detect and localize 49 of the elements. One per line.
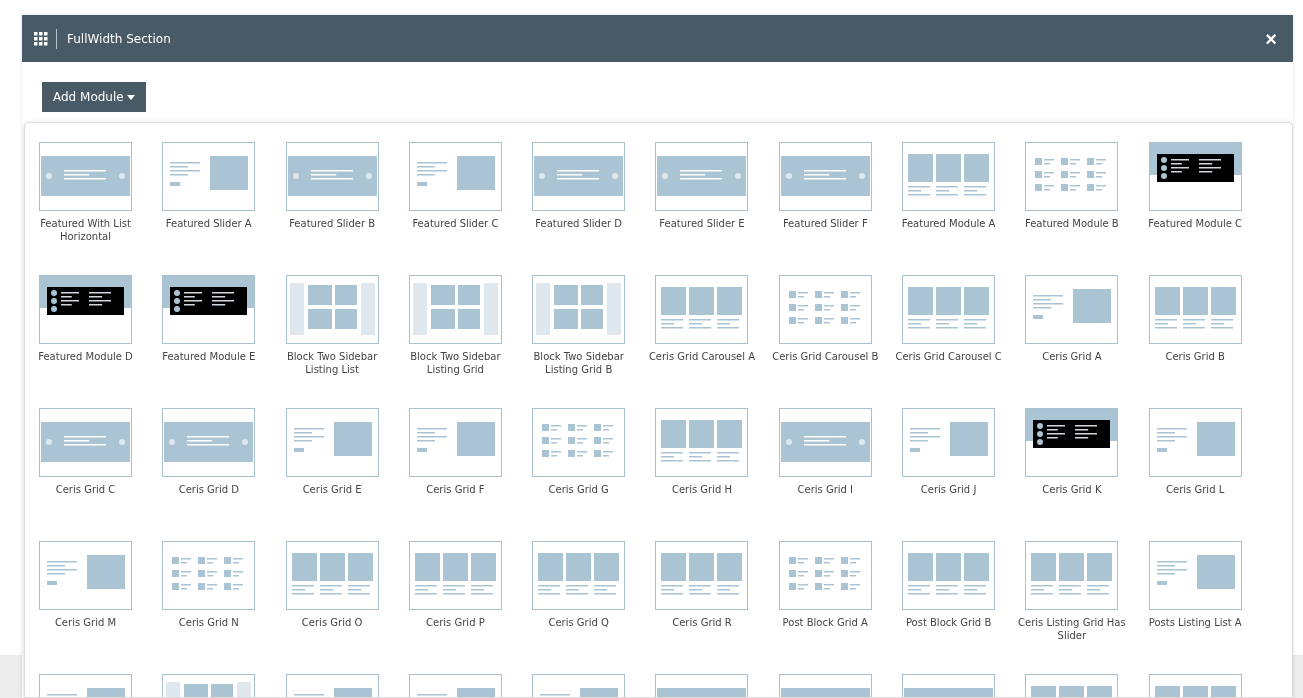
- module-label: Featured Slider E: [658, 217, 746, 230]
- module-label: Featured Module B: [1024, 217, 1120, 230]
- module-label: Ceris Grid D: [177, 483, 240, 496]
- module-label: Post Block Grid B: [904, 616, 993, 629]
- module-label: Ceris Grid G: [547, 483, 610, 496]
- module-label: Ceris Grid K: [1041, 483, 1103, 496]
- module-label: Featured Slider A: [164, 217, 253, 230]
- module-label: Ceris Listing Grid Has Slider: [1017, 616, 1127, 642]
- module-label: Ceris Grid Carousel C: [894, 350, 1003, 363]
- module-label: Ceris Grid R: [671, 616, 733, 629]
- close-button[interactable]: ×: [1261, 28, 1281, 49]
- module-label: Ceris Grid O: [300, 616, 364, 629]
- module-label: Ceris Grid C: [54, 483, 117, 496]
- module-label: Featured Module C: [1147, 217, 1244, 230]
- window-title: FullWidth Section: [67, 31, 172, 46]
- layout-drawing[interactable]: [39, 275, 132, 344]
- module-label: Featured With List Horizontal: [39, 217, 132, 243]
- module-label: Block Two Sidebar Listing Grid: [409, 350, 502, 376]
- module-label: Ceris Grid E: [301, 483, 363, 496]
- layout-drawing[interactable]: [162, 275, 256, 344]
- layout-drawing[interactable]: [1148, 142, 1242, 211]
- module-label: Ceris Grid Q: [547, 616, 610, 629]
- module-label: Post Block Grid A: [781, 616, 869, 629]
- module-label: Ceris Grid M: [53, 616, 118, 629]
- module-label: Ceris Grid L: [1165, 483, 1226, 496]
- caret-icon: [126, 94, 135, 100]
- module-label: Featured Module D: [37, 350, 134, 363]
- module-label: Ceris Grid Carousel A: [647, 350, 757, 363]
- module-label: Ceris Grid A: [1041, 350, 1103, 363]
- module-label: Featured Module E: [161, 350, 257, 363]
- module-label: Featured Slider D: [534, 217, 624, 230]
- module-label: Block Two Sidebar Listing Grid B: [532, 350, 625, 376]
- module-label: Featured Slider B: [288, 217, 377, 230]
- module-label: Featured Slider F: [781, 217, 869, 230]
- module-label: Ceris Grid P: [425, 616, 486, 629]
- grid-icon: [34, 31, 48, 46]
- module-label: Ceris Grid F: [425, 483, 486, 496]
- add-module-button[interactable]: Add Module: [42, 82, 146, 112]
- layout-drawing[interactable]: [1025, 408, 1119, 477]
- module-label: Featured Slider C: [411, 217, 500, 230]
- module-label: Ceris Grid Carousel B: [771, 350, 880, 363]
- module-label: Ceris Grid B: [1164, 350, 1226, 363]
- module-label: Ceris Grid I: [796, 483, 855, 496]
- module-label: Block Two Sidebar Listing List: [285, 350, 379, 376]
- module-label: Ceris Grid N: [177, 616, 240, 629]
- module-label: Posts Listing List A: [1147, 616, 1243, 629]
- module-label: Ceris Grid H: [670, 483, 734, 496]
- module-label: Ceris Grid J: [919, 483, 978, 496]
- module-label: Featured Module A: [900, 217, 997, 230]
